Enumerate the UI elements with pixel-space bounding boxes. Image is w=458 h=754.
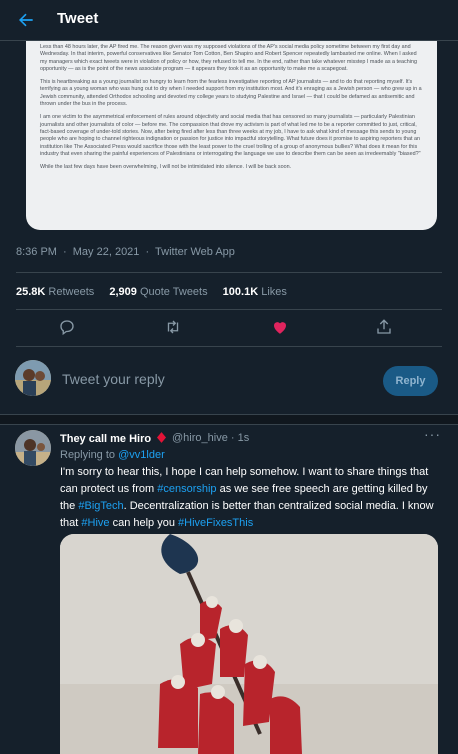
- tweet-actions: [0, 318, 458, 338]
- tweet-source[interactable]: Twitter Web App: [155, 246, 235, 258]
- reply-composer: Tweet your reply Reply: [0, 356, 458, 408]
- quote-tweets-count: 2,909: [109, 286, 137, 298]
- more-icon[interactable]: ···: [424, 426, 441, 442]
- statement-paragraph: Less than 48 hours later, the AP fired m…: [40, 44, 417, 72]
- replying-to-label: Replying to: [60, 449, 116, 461]
- hashtag-link[interactable]: #censorship: [157, 483, 216, 495]
- tweet-image-statement[interactable]: Less than 48 hours later, the AP fired m…: [26, 40, 437, 230]
- hashtag-link[interactable]: #BigTech: [78, 500, 123, 512]
- retweets-label: Retweets: [48, 286, 95, 298]
- tweet-text-segment: can help you: [109, 517, 179, 529]
- statement-text: Less than 48 hours later, the AP fired m…: [26, 40, 437, 171]
- tweet-date[interactable]: May 22, 2021: [73, 246, 140, 258]
- meta-separator: ·: [63, 246, 67, 258]
- tweet-time[interactable]: 8:36 PM: [16, 246, 57, 258]
- likes-stat[interactable]: 100.1K Likes: [223, 286, 287, 298]
- replying-to: Replying to @vv1lder: [60, 449, 165, 461]
- avatar[interactable]: [15, 430, 51, 466]
- tweet-timestamp: 8:36 PM · May 22, 2021 · Twitter Web App: [16, 246, 238, 258]
- reply-icon[interactable]: [58, 318, 76, 336]
- statement-paragraph: I am one victim to the asymmetrical enfo…: [40, 114, 421, 157]
- author-meta: @hiro_hive · 1s: [172, 432, 249, 444]
- meta-separator: ·: [145, 246, 150, 258]
- flag-raising-illustration: [60, 534, 438, 754]
- retweet-icon[interactable]: [164, 318, 182, 336]
- reply-button[interactable]: Reply: [383, 366, 438, 396]
- likes-count: 100.1K: [222, 286, 259, 298]
- retweets-count: 25.8K: [16, 286, 46, 298]
- tweet-text: I'm sorry to hear this, I hope I can hel…: [60, 464, 444, 532]
- likes-label: Likes: [261, 286, 287, 298]
- statement-paragraph: This is heartbreaking as a young journal…: [40, 79, 422, 108]
- statement-paragraph: While the last few days have been overwh…: [40, 164, 292, 171]
- tweet-header: Tweet: [0, 0, 458, 41]
- meta-separator: ·: [230, 432, 235, 444]
- quote-tweets-label: Quote Tweets: [139, 286, 208, 298]
- author-name-text: They call me Hiro: [60, 433, 152, 445]
- tweet-stats: 25.8K Retweets 2,909 Quote Tweets 100.1K…: [16, 286, 299, 298]
- hive-logo-icon: [157, 432, 167, 443]
- page-title: Tweet: [57, 10, 99, 27]
- replying-to-handle[interactable]: @vv1lder: [118, 449, 165, 461]
- hashtag-link[interactable]: #Hive: [81, 517, 109, 529]
- avatar-image: [15, 360, 51, 396]
- author-name[interactable]: They call me Hiro: [60, 432, 167, 445]
- reply-input[interactable]: Tweet your reply: [62, 371, 165, 387]
- divider: [16, 346, 442, 347]
- tweet-time[interactable]: 1s: [238, 432, 250, 444]
- tweet-media-image[interactable]: [60, 534, 438, 754]
- author-handle[interactable]: @hiro_hive: [172, 432, 228, 444]
- share-icon[interactable]: [375, 318, 393, 336]
- heart-icon[interactable]: [271, 318, 289, 336]
- reply-tweet[interactable]: They call me Hiro @hiro_hive · 1s ··· Re…: [0, 424, 458, 754]
- divider: [16, 272, 442, 273]
- quote-tweets-stat[interactable]: 2,909 Quote Tweets: [109, 286, 207, 298]
- arrow-left-icon[interactable]: [16, 10, 36, 30]
- retweets-stat[interactable]: 25.8K Retweets: [16, 286, 94, 298]
- avatar-image: [15, 430, 51, 466]
- hashtag-link[interactable]: #HiveFixesThis: [178, 517, 253, 529]
- divider: [16, 309, 442, 310]
- avatar[interactable]: [15, 360, 51, 396]
